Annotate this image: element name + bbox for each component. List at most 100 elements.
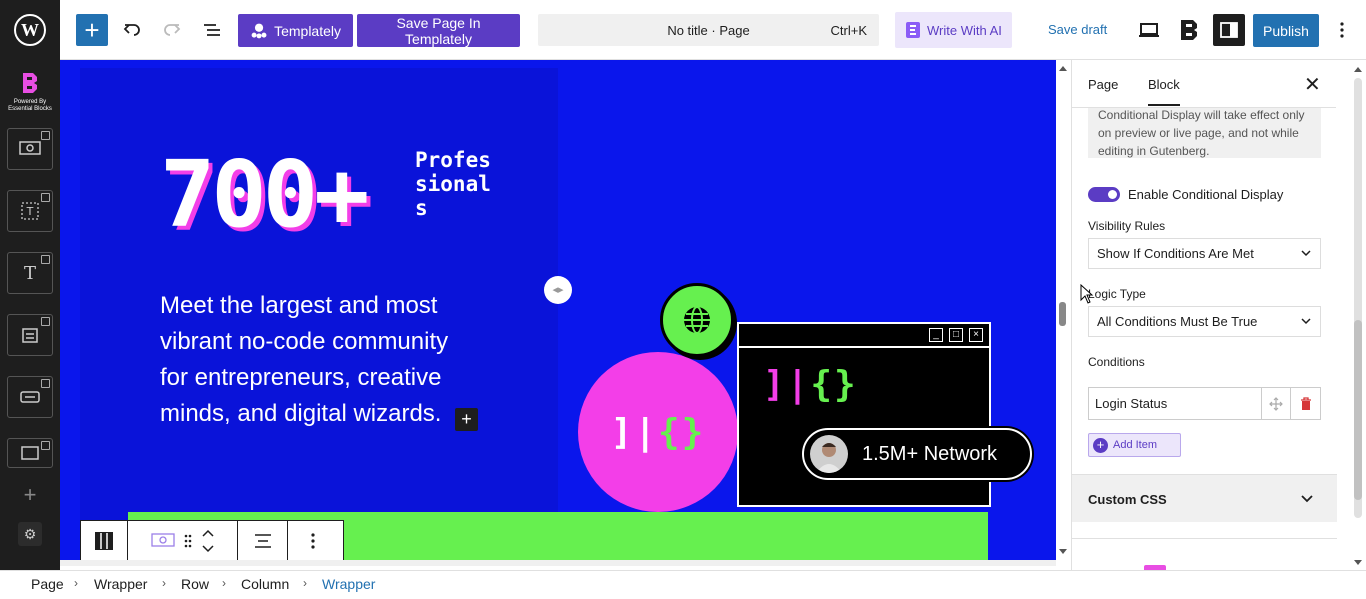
- visibility-rules-value: Show If Conditions Are Met: [1097, 246, 1254, 261]
- text-box-icon: T: [21, 202, 39, 220]
- block-toolbar: [80, 520, 344, 562]
- essential-blocks-logo-text: Powered By Essential Blocks: [8, 99, 52, 112]
- network-pill: 1.5M+ Network: [802, 428, 1032, 480]
- inline-block-inserter-button[interactable]: +: [455, 408, 478, 431]
- block-item-button[interactable]: [7, 376, 53, 418]
- wrapper-block-icon[interactable]: [150, 532, 175, 550]
- redo-icon[interactable]: [156, 14, 188, 46]
- add-block-icon[interactable]: +: [19, 484, 41, 507]
- block-item-image[interactable]: [7, 438, 53, 468]
- gallery-icon: [19, 141, 41, 155]
- save-draft-button[interactable]: Save draft: [1048, 22, 1107, 37]
- wordpress-logo-icon[interactable]: W: [0, 0, 60, 60]
- block-item-heading[interactable]: T: [7, 252, 53, 294]
- svg-text:W: W: [21, 20, 39, 40]
- close-inspector-icon[interactable]: ✕: [1304, 72, 1321, 97]
- document-overview-icon[interactable]: [196, 14, 228, 46]
- preview-desktop-icon[interactable]: [1133, 14, 1165, 46]
- stat-number[interactable]: 700+: [160, 145, 370, 245]
- breadcrumb-item-column[interactable]: Column: [241, 576, 289, 592]
- svg-text:T: T: [26, 205, 34, 218]
- logic-type-label: Logic Type: [1088, 287, 1146, 301]
- save-in-templately-button[interactable]: Save Page In Templately: [357, 14, 520, 47]
- drag-handle-icon[interactable]: [183, 533, 193, 549]
- column-resize-handle[interactable]: ◂▸: [544, 276, 572, 304]
- move-icon[interactable]: [1262, 387, 1291, 420]
- breadcrumb-separator-icon: ›: [222, 576, 226, 590]
- tab-page[interactable]: Page: [1088, 77, 1118, 92]
- block-options-button[interactable]: [288, 521, 338, 561]
- write-with-ai-button[interactable]: Write With AI: [895, 12, 1012, 48]
- globe-badge: [660, 283, 734, 357]
- breadcrumb-item-row[interactable]: Row: [181, 576, 209, 592]
- conditional-display-notice: Conditional Display will take effect onl…: [1088, 108, 1321, 158]
- button-block-icon: [20, 391, 40, 403]
- settings-sidebar-toggle-icon[interactable]: [1213, 14, 1245, 46]
- essential-blocks-logo-icon: [23, 73, 37, 93]
- hero-description[interactable]: Meet the largest and most vibrant no-cod…: [160, 288, 480, 432]
- kebab-icon: [311, 533, 315, 549]
- breadcrumb-item-page[interactable]: Page: [31, 576, 64, 592]
- inspector-tabs: Page Block ✕: [1072, 60, 1336, 108]
- align-button[interactable]: [238, 521, 288, 561]
- image-icon: [21, 446, 39, 460]
- block-mover: [128, 521, 238, 561]
- chevron-down-icon: [1301, 250, 1311, 257]
- block-item-form[interactable]: [7, 314, 53, 356]
- close-icon: ×: [969, 328, 983, 342]
- inspector-scrollbar[interactable]: [1350, 60, 1366, 570]
- breadcrumb-separator-icon: ›: [74, 576, 78, 590]
- canvas-horizontal-scrollbar[interactable]: [60, 560, 1056, 566]
- globe-icon: [684, 306, 710, 334]
- options-kebab-icon[interactable]: [1326, 14, 1358, 46]
- block-type-switcher[interactable]: [81, 521, 128, 561]
- gear-icon[interactable]: ⚙: [18, 522, 42, 546]
- block-item-image-gallery[interactable]: [7, 128, 53, 170]
- block-item-text[interactable]: T: [7, 190, 53, 232]
- columns-icon: [95, 532, 113, 550]
- top-toolbar: W + Templately Save Page In Templately N…: [0, 0, 1366, 60]
- templately-label: Templately: [274, 22, 341, 39]
- write-with-ai-label: Write With AI: [927, 22, 1002, 38]
- minimize-icon: _: [929, 328, 943, 342]
- logic-type-select[interactable]: All Conditions Must Be True: [1088, 306, 1321, 337]
- essential-blocks-icon[interactable]: [1173, 14, 1205, 46]
- add-item-button[interactable]: + Add Item: [1088, 433, 1181, 457]
- templately-button[interactable]: Templately: [238, 14, 353, 47]
- visibility-rules-label: Visibility Rules: [1088, 219, 1166, 233]
- code-badge-circle: ]|{}: [578, 352, 738, 512]
- breadcrumb-item-current[interactable]: Wrapper: [322, 576, 375, 592]
- command-palette-bar[interactable]: No title · Page Ctrl+K: [538, 14, 879, 46]
- form-icon: [22, 328, 38, 343]
- conditional-display-toggle[interactable]: [1088, 187, 1120, 202]
- canvas-scrollbar[interactable]: [1056, 60, 1070, 562]
- custom-css-label: Custom CSS: [1088, 492, 1167, 507]
- stat-label[interactable]: Professionals: [415, 148, 495, 220]
- visibility-rules-select[interactable]: Show If Conditions Are Met: [1088, 238, 1321, 269]
- conditions-label: Conditions: [1088, 355, 1145, 369]
- trash-icon[interactable]: [1291, 387, 1321, 420]
- block-inspector: Page Block ✕ Conditional Display will ta…: [1071, 60, 1337, 575]
- undo-icon[interactable]: [116, 14, 148, 46]
- code-glyph-braces: {}: [658, 411, 706, 453]
- ai-logo-icon: [906, 22, 920, 38]
- publish-button[interactable]: Publish: [1253, 14, 1319, 47]
- move-up-down-icon[interactable]: [201, 528, 215, 554]
- block-inserter-button[interactable]: +: [76, 14, 108, 46]
- maximize-icon: □: [949, 328, 963, 342]
- condition-value: Login Status: [1095, 396, 1168, 411]
- logic-type-value: All Conditions Must Be True: [1097, 314, 1258, 329]
- breadcrumb-item-wrapper[interactable]: Wrapper: [94, 576, 147, 592]
- condition-item[interactable]: Login Status: [1088, 387, 1262, 420]
- templately-icon: [251, 23, 267, 38]
- tab-block[interactable]: Block: [1148, 77, 1180, 106]
- heading-icon: T: [24, 263, 36, 283]
- save-in-templately-label: Save Page In Templately: [396, 14, 481, 47]
- code-glyph-bars: ]|: [610, 411, 658, 453]
- avatar: [810, 435, 848, 473]
- window-glyph-braces: {}: [810, 364, 858, 405]
- essential-blocks-logo: Powered By Essential Blocks: [8, 72, 52, 113]
- block-panel-sidebar: Powered By Essential Blocks T T + ⚙: [0, 60, 60, 570]
- custom-css-panel-toggle[interactable]: Custom CSS: [1072, 474, 1337, 522]
- svg-text:T: T: [24, 263, 36, 283]
